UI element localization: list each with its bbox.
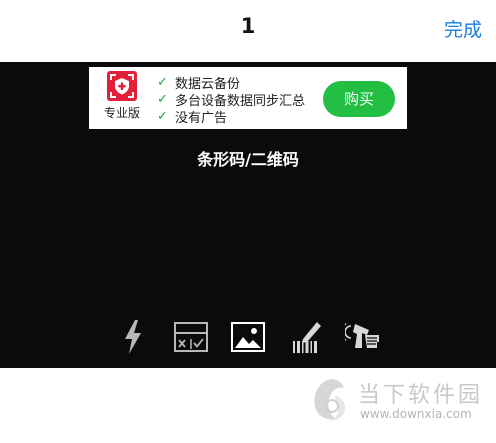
navigation-bar: 1 完成: [0, 0, 496, 62]
ad-feature-item: ✓ 数据云备份: [157, 74, 305, 92]
shield-icon: [107, 71, 137, 101]
pro-version-label: 专业版: [103, 106, 140, 120]
ad-feature-item: ✓ 多台设备数据同步汇总: [157, 91, 305, 109]
screen: 1 完成 专业版 ✓ 数据云备份 ✓ 多台设备数据同步汇总 ✓ 没有广告 购买 …: [0, 0, 496, 443]
lower-area: 当下软件园 www.downxia.com: [0, 368, 496, 443]
check-icon: ✓: [157, 75, 168, 90]
image-gallery-icon[interactable]: [230, 318, 266, 356]
scanner-toolbar: [0, 318, 496, 356]
page-title: 1: [240, 14, 256, 38]
check-icon: ✓: [157, 109, 168, 124]
flash-icon[interactable]: [121, 318, 145, 356]
barcode-edit-icon[interactable]: [291, 318, 323, 356]
ad-feature-list: ✓ 数据云备份 ✓ 多台设备数据同步汇总 ✓ 没有广告: [157, 74, 305, 126]
scan-mode-label: 条形码/二维码: [197, 150, 299, 169]
buy-button[interactable]: 购买: [323, 81, 395, 117]
check-icon: ✓: [157, 92, 168, 107]
pro-version-logo: 专业版: [98, 71, 146, 127]
ad-feature-label: 没有广告: [175, 111, 228, 126]
hand-scanner-icon[interactable]: [345, 318, 383, 356]
watermark-logo-icon: [310, 376, 352, 424]
compare-sheet-icon[interactable]: [173, 318, 209, 356]
ad-banner[interactable]: 专业版 ✓ 数据云备份 ✓ 多台设备数据同步汇总 ✓ 没有广告 购买: [89, 67, 407, 129]
done-button[interactable]: 完成: [444, 15, 482, 42]
watermark-url: www.downxia.com: [360, 407, 472, 421]
watermark-title: 当下软件园: [358, 383, 484, 408]
camera-scanner-view[interactable]: 专业版 ✓ 数据云备份 ✓ 多台设备数据同步汇总 ✓ 没有广告 购买 条形码/二…: [0, 62, 496, 368]
ad-feature-item: ✓ 没有广告: [157, 108, 305, 126]
